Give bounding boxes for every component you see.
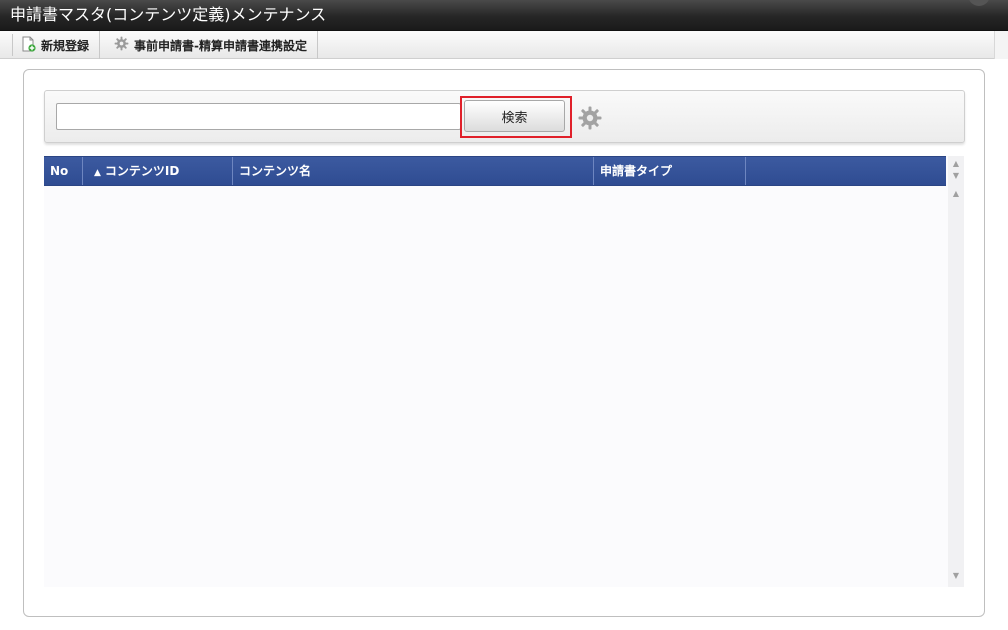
grid-header: No ▲ コンテンツID コンテンツ名 申請書タイプ xyxy=(44,156,946,186)
sort-ascending-icon: ▲ xyxy=(94,168,101,178)
grid-scrollbar[interactable]: ▲ ▼ ▲ ▼ xyxy=(948,156,964,587)
search-settings-gear-icon[interactable] xyxy=(578,106,602,130)
column-header-content-id[interactable]: ▲ コンテンツID xyxy=(83,157,233,185)
new-button-label: 新規登録 xyxy=(41,38,90,53)
grid-body xyxy=(44,186,946,587)
title-bar: 申請書マスタ(コンテンツ定義)メンテナンス xyxy=(0,0,1008,31)
scroll-up-arrow-icon[interactable]: ▲ xyxy=(948,158,964,170)
column-header-no[interactable]: No xyxy=(44,157,83,185)
link-settings-label: 事前申請書-精算申請書連携設定 xyxy=(134,38,307,53)
new-button[interactable]: 新規登録 xyxy=(13,31,101,59)
scroll-up-arrow-icon[interactable]: ▲ xyxy=(948,188,964,200)
toolbar: 新規登録 事前申請書-精算申請書連携設定 xyxy=(0,31,1008,59)
new-document-plus-icon xyxy=(21,36,36,55)
gear-icon xyxy=(114,36,129,54)
search-bar: 検索 xyxy=(44,90,965,143)
column-header-blank xyxy=(746,157,946,185)
scroll-down-arrow-icon[interactable]: ▼ xyxy=(948,570,964,582)
column-header-application-type[interactable]: 申請書タイプ xyxy=(594,157,746,185)
scroll-down-arrow-icon[interactable]: ▼ xyxy=(948,170,964,182)
content-grid: No ▲ コンテンツID コンテンツ名 申請書タイプ ▲ ▼ ▲ ▼ xyxy=(44,156,964,587)
link-settings-button[interactable]: 事前申請書-精算申請書連携設定 xyxy=(104,31,318,59)
main-panel: 検索 No ▲ コンテンツID コンテンツ名 申請書タイプ ▲ ▼ ▲ ▼ xyxy=(23,69,985,617)
column-header-content-name[interactable]: コンテンツ名 xyxy=(233,157,594,185)
search-input[interactable] xyxy=(56,103,461,130)
search-button[interactable]: 検索 xyxy=(464,100,565,132)
page-scrollbar-stub xyxy=(994,31,1008,59)
page-title: 申請書マスタ(コンテンツ定義)メンテナンス xyxy=(10,5,327,24)
window-corner-ornament xyxy=(968,0,990,6)
